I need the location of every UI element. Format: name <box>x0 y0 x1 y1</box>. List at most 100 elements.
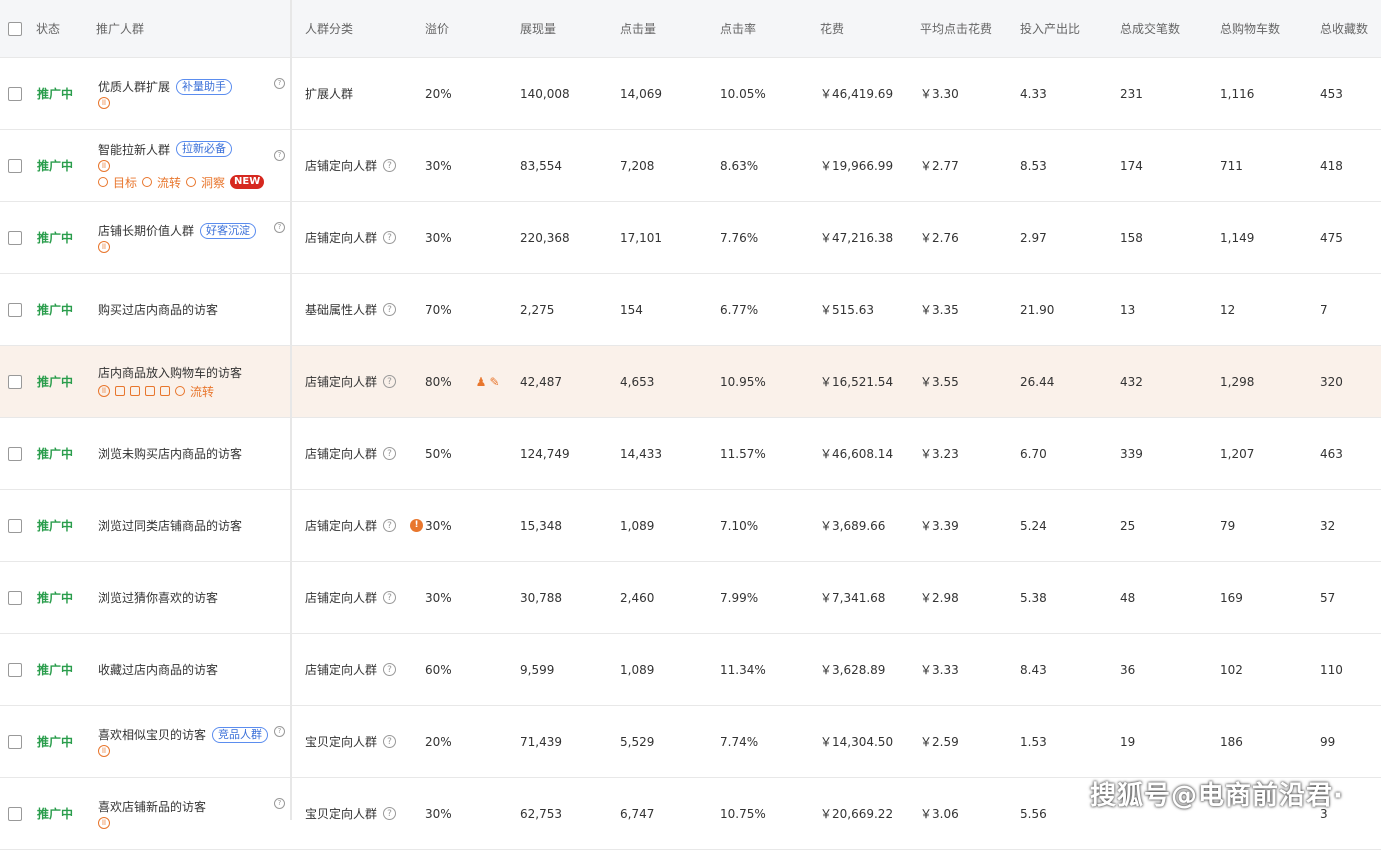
warning-info-icon[interactable]: ! <box>410 519 423 532</box>
row-checkbox[interactable] <box>8 86 22 101</box>
clicks-value: 1,089 <box>620 518 655 533</box>
premium-value: 30% <box>425 230 452 245</box>
header-premium[interactable]: 溢价 <box>425 0 449 57</box>
premium-value: 30% <box>425 806 452 821</box>
header-impressions[interactable]: 展现量 <box>520 0 556 57</box>
help-icon[interactable]: ? <box>274 798 285 809</box>
row-checkbox[interactable] <box>8 374 22 389</box>
premium-value: 20% <box>425 734 452 749</box>
row-checkbox[interactable] <box>8 734 22 749</box>
pause-icon[interactable]: ll <box>98 159 110 172</box>
favs-value: 32 <box>1320 518 1336 533</box>
row-checkbox[interactable] <box>8 662 22 677</box>
cost-value: ￥47,216.38 <box>820 231 894 245</box>
header-clicks[interactable]: 点击量 <box>620 0 656 57</box>
help-icon[interactable]: ? <box>274 222 285 233</box>
premium-value: 30% <box>425 518 452 533</box>
pause-icon[interactable]: ll <box>98 817 110 829</box>
audience-cell: 喜欢店铺新品的访客 ll <box>98 778 288 849</box>
table-row[interactable]: 推广中 店内商品放入购物车的访客 ll 流转 店铺定向人群? 80% ♟ ✎ 42,… <box>0 346 1381 418</box>
table-row[interactable]: 推广中 购买过店内商品的访客 基础属性人群? 70% 2,275 154 6.7… <box>0 274 1381 346</box>
header-carts[interactable]: 总购物车数 <box>1220 0 1280 57</box>
header-ctr[interactable]: 点击率 <box>720 0 756 57</box>
row-checkbox[interactable] <box>8 230 22 245</box>
pause-icon[interactable]: ll <box>98 385 110 397</box>
audience-name: 智能拉新人群 <box>98 142 171 157</box>
row-checkbox[interactable] <box>8 446 22 461</box>
status-text: 推广中 <box>37 87 74 101</box>
orders-value: 174 <box>1120 158 1143 173</box>
help-icon[interactable]: ? <box>383 303 397 316</box>
header-favs[interactable]: 总收藏数 <box>1320 0 1368 57</box>
help-icon[interactable]: ? <box>383 735 397 748</box>
help-icon[interactable]: ? <box>383 519 397 532</box>
carts-value: 1,116 <box>1220 86 1255 101</box>
header-category[interactable]: 人群分类 <box>305 0 353 57</box>
row-checkbox[interactable] <box>8 518 22 533</box>
header-cost[interactable]: 花费 <box>820 0 844 57</box>
table-row[interactable]: 推广中 浏览未购买店内商品的访客 店铺定向人群? 50% 124,749 14,… <box>0 418 1381 490</box>
header-orders[interactable]: 总成交笔数 <box>1120 0 1180 57</box>
row-checkbox[interactable] <box>8 302 22 317</box>
impressions-value: 62,753 <box>520 806 562 821</box>
insight-link[interactable]: 洞察 <box>201 174 225 191</box>
help-icon[interactable]: ? <box>274 78 285 89</box>
audience-name: 购买过店内商品的访客 <box>98 303 219 317</box>
help-icon[interactable]: ? <box>274 150 285 161</box>
flow-link[interactable]: 流转 <box>157 174 181 191</box>
cost-value: ￥46,419.69 <box>820 87 894 101</box>
help-icon[interactable]: ? <box>383 159 397 172</box>
ctr-value: 7.99% <box>720 590 759 605</box>
row-checkbox[interactable] <box>8 590 22 605</box>
help-icon[interactable]: ? <box>383 231 397 244</box>
flow-link[interactable]: 流转 <box>190 383 214 400</box>
audience-cell: 收藏过店内商品的访客 <box>98 634 288 705</box>
help-icon[interactable]: ? <box>383 807 397 820</box>
clicks-value: 17,101 <box>620 230 662 245</box>
audience-cell: 浏览未购买店内商品的访客 <box>98 418 288 489</box>
help-icon[interactable]: ? <box>274 726 285 737</box>
delete-icon[interactable] <box>160 386 170 396</box>
cpc-value: ￥3.30 <box>920 87 959 101</box>
favs-value: 453 <box>1320 86 1343 101</box>
table-row[interactable]: 推广中 智能拉新人群 拉新必备 ll 目标 流转 洞察 NEW ? 店铺定向人群?… <box>0 130 1381 202</box>
help-icon[interactable]: ? <box>383 447 397 460</box>
row-checkbox[interactable] <box>8 806 22 821</box>
select-all-checkbox[interactable] <box>8 21 22 36</box>
pencil-icon[interactable]: ✎ <box>489 375 499 389</box>
row-checkbox[interactable] <box>8 158 22 173</box>
carts-value: 186 <box>1220 734 1243 749</box>
target-link[interactable]: 目标 <box>113 174 137 191</box>
audience-name: 浏览过同类店铺商品的访客 <box>98 519 243 533</box>
pause-icon[interactable]: ll <box>98 241 110 253</box>
flow-icon <box>142 177 153 187</box>
chart-icon[interactable] <box>115 386 125 396</box>
header-status[interactable]: 状态 <box>36 0 60 57</box>
cost-value: ￥14,304.50 <box>820 735 894 749</box>
status-text: 推广中 <box>37 375 74 389</box>
table-row[interactable]: 推广中 浏览过同类店铺商品的访客 店铺定向人群? ! 30% 15,348 1,0… <box>0 490 1381 562</box>
premium-edit-tools: ♟ ✎ <box>476 375 500 389</box>
user-icon[interactable]: ♟ <box>476 375 487 389</box>
help-icon[interactable]: ? <box>383 591 397 604</box>
header-audience[interactable]: 推广人群 <box>96 0 144 57</box>
pause-icon[interactable]: ll <box>98 745 110 757</box>
audience-cell: 浏览过猜你喜欢的访客 <box>98 562 288 633</box>
premium-value: 50% <box>425 446 452 461</box>
table-row[interactable]: 推广中 优质人群扩展 补量助手 ll ? 扩展人群 20% 140,008 14,… <box>0 58 1381 130</box>
header-roi[interactable]: 投入产出比 <box>1020 0 1080 57</box>
carts-value: 169 <box>1220 590 1243 605</box>
pause-icon[interactable]: ll <box>98 97 110 109</box>
table-row[interactable]: 推广中 喜欢相似宝贝的访客 竞品人群 ll ? 宝贝定向人群? 20% 71,43… <box>0 706 1381 778</box>
help-icon[interactable]: ? <box>383 375 397 388</box>
edit-doc-icon[interactable] <box>145 386 155 396</box>
report-icon[interactable] <box>130 386 140 396</box>
help-icon[interactable]: ? <box>383 663 397 676</box>
table-row[interactable]: 推广中 收藏过店内商品的访客 店铺定向人群? 60% 9,599 1,089 1… <box>0 634 1381 706</box>
header-cpc[interactable]: 平均点击花费 <box>920 0 992 57</box>
table-row[interactable]: 推广中 浏览过猜你喜欢的访客 店铺定向人群? 30% 30,788 2,460 … <box>0 562 1381 634</box>
clicks-value: 2,460 <box>620 590 655 605</box>
orders-value: 231 <box>1120 86 1143 101</box>
table-row[interactable]: 推广中 店铺长期价值人群 好客沉淀 ll ? 店铺定向人群? 30% 220,36… <box>0 202 1381 274</box>
premium-value: 20% <box>425 86 452 101</box>
